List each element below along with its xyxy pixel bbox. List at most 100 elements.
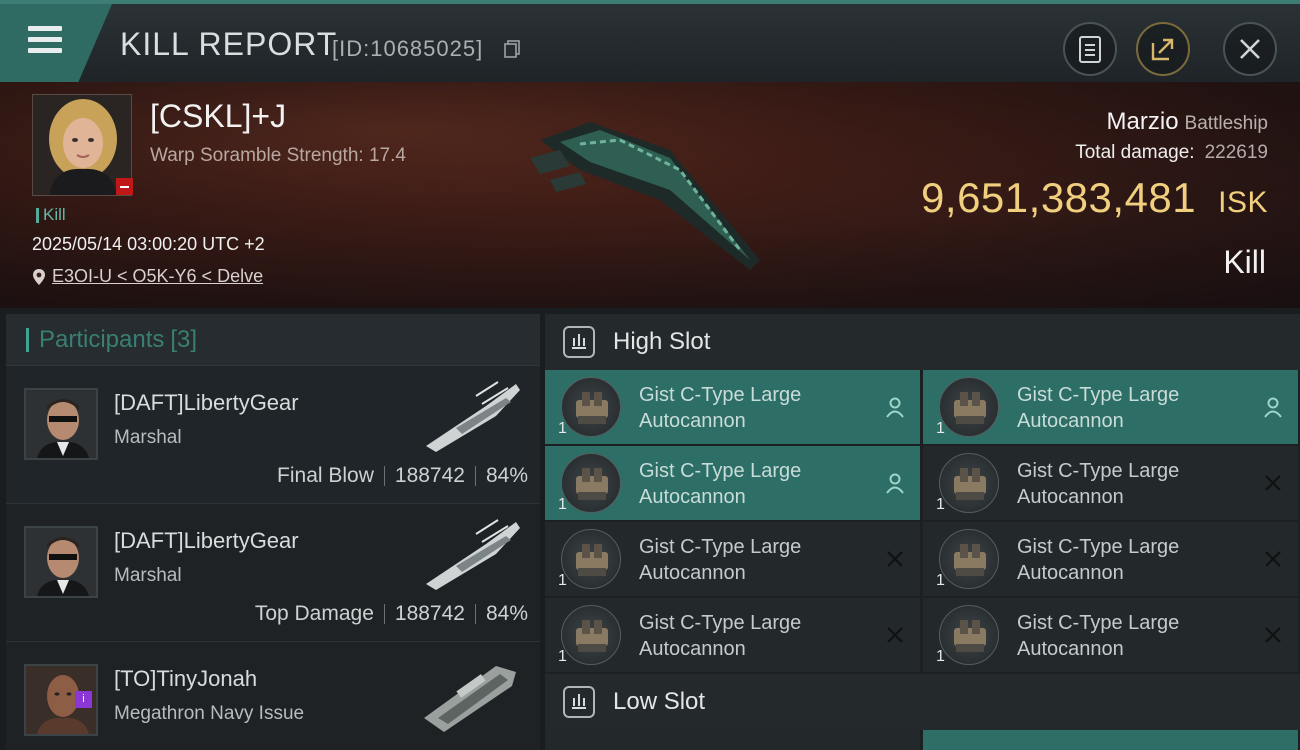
low-slot-title: Low Slot xyxy=(613,688,706,715)
menu-button[interactable] xyxy=(0,4,112,82)
participant-role: Final Blow xyxy=(277,464,374,487)
module-quantity: 1 xyxy=(558,496,567,513)
autocannon-icon xyxy=(561,529,621,589)
result-label: Kill xyxy=(1223,244,1266,280)
high-slot-header: High Slot xyxy=(545,314,1300,370)
victim-ship-image xyxy=(530,122,760,270)
module-item[interactable]: 1 Gist C-Type Large Autocannon xyxy=(545,446,920,520)
module-quantity: 1 xyxy=(558,648,567,665)
isk-value: 9,651,383,481 ISK xyxy=(921,174,1268,221)
location-link[interactable]: E3OI-U < O5K-Y6 < Delve xyxy=(52,266,263,287)
clipboard-button[interactable] xyxy=(1063,22,1117,76)
insurance-badge: i xyxy=(75,691,92,708)
module-name: Gist C-Type Large Autocannon xyxy=(639,460,802,508)
autocannon-icon xyxy=(561,605,621,665)
module-item[interactable]: 1 Gist C-Type Large Autocannon xyxy=(923,446,1298,520)
module-item[interactable]: 1 Gist C-Type Large Autocannon xyxy=(923,598,1298,672)
participant-damage: 188742 xyxy=(394,602,465,625)
participant-ship: Megathron Navy Issue xyxy=(114,703,305,724)
high-slot-title: High Slot xyxy=(613,328,711,355)
victim-name[interactable]: [CSKL]+J xyxy=(150,98,286,135)
participants-tab[interactable]: Participants [3] xyxy=(6,314,540,366)
autocannon-icon xyxy=(939,377,999,437)
participant-percent: 84% xyxy=(485,464,528,487)
participant-damage: 188742 xyxy=(394,464,465,487)
share-button[interactable] xyxy=(1136,22,1190,76)
participant-ship-image xyxy=(426,381,520,452)
location-pin-icon xyxy=(33,268,45,285)
module-item[interactable]: 1 Gist C-Type Large Autocannon xyxy=(545,598,920,672)
participant-stats: Top Damage 188742 84% xyxy=(255,602,528,626)
participant-name[interactable]: [DAFT]LibertyGear xyxy=(114,528,299,554)
standing-badge xyxy=(116,178,133,195)
module-quantity: 1 xyxy=(936,496,945,513)
high-slot-icon xyxy=(563,326,595,358)
participant-stats: Final Blow 188742 84% xyxy=(277,464,528,488)
header-bar: KILL REPORT [ID:10685025] xyxy=(0,0,1300,82)
module-quantity: 1 xyxy=(936,648,945,665)
participant-row[interactable]: [DAFT]LibertyGear Marshal Final Blow 188… xyxy=(6,366,540,504)
autocannon-icon xyxy=(939,453,999,513)
autocannon-icon xyxy=(939,529,999,589)
close-button[interactable] xyxy=(1223,22,1277,76)
kill-datetime: 2025/05/14 03:00:20 UTC +2 xyxy=(32,234,265,254)
participant-row[interactable]: [DAFT]LibertyGear Marshal Top Damage 188… xyxy=(6,504,540,642)
page-title: KILL REPORT xyxy=(120,26,338,62)
low-slot-icon xyxy=(563,686,595,718)
module-quantity: 1 xyxy=(558,420,567,437)
participant-name[interactable]: [DAFT]LibertyGear xyxy=(114,390,299,416)
kill-id: [ID:10685025] xyxy=(332,36,484,61)
module-name: Gist C-Type Large Autocannon xyxy=(1017,536,1180,584)
fittings-panel: High Slot 1 Gist C-Type Large Autocannon … xyxy=(545,314,1300,750)
module-quantity: 1 xyxy=(936,420,945,437)
kill-location[interactable]: E3OI-U < O5K-Y6 < Delve xyxy=(32,266,263,287)
module-name: Gist C-Type Large Autocannon xyxy=(1017,384,1180,432)
total-damage: Total damage: 222619 xyxy=(1075,142,1268,163)
share-icon xyxy=(1151,38,1174,61)
participant-ship: Marshal xyxy=(114,565,182,586)
module-name: Gist C-Type Large Autocannon xyxy=(639,536,802,584)
copy-icon[interactable] xyxy=(504,40,520,58)
module-name: Gist C-Type Large Autocannon xyxy=(639,384,802,432)
destroyed-icon xyxy=(1265,627,1281,643)
menu-icon[interactable] xyxy=(28,26,62,56)
module-name: Gist C-Type Large Autocannon xyxy=(1017,612,1180,660)
participant-ship-image xyxy=(426,519,520,590)
module-item[interactable] xyxy=(545,730,920,750)
clipboard-icon xyxy=(1079,36,1101,63)
participant-avatar[interactable] xyxy=(24,388,98,460)
kill-tag: Kill xyxy=(36,205,66,225)
low-slot-modules xyxy=(545,730,1300,750)
destroyed-icon xyxy=(1265,475,1281,491)
low-slot-header: Low Slot xyxy=(545,674,1300,730)
warp-scramble-strength: Warp Soramble Strength: 17.4 xyxy=(150,145,406,166)
participant-avatar[interactable] xyxy=(24,526,98,598)
person-icon xyxy=(886,397,904,418)
module-item[interactable]: 1 Gist C-Type Large Autocannon xyxy=(545,370,920,444)
participants-panel: Participants [3] [DAFT]LibertyGear Marsha… xyxy=(6,314,540,750)
module-name: Gist C-Type Large Autocannon xyxy=(1017,460,1180,508)
participant-row[interactable]: i [TO]TinyJonah Megathron Navy Issue xyxy=(6,642,540,750)
participant-ship-image xyxy=(424,666,516,732)
destroyed-icon xyxy=(887,551,903,567)
module-quantity: 1 xyxy=(558,572,567,589)
high-slot-modules: 1 Gist C-Type Large Autocannon 1 Gist C-T… xyxy=(545,370,1300,672)
autocannon-icon xyxy=(561,377,621,437)
participant-percent: 84% xyxy=(485,602,528,625)
person-icon xyxy=(886,473,904,494)
autocannon-icon xyxy=(561,453,621,513)
close-icon xyxy=(1240,39,1260,59)
participant-ship: Marshal xyxy=(114,427,182,448)
module-item[interactable] xyxy=(923,730,1298,750)
autocannon-icon xyxy=(939,605,999,665)
module-item[interactable]: 1 Gist C-Type Large Autocannon xyxy=(923,522,1298,596)
destroyed-icon xyxy=(1265,551,1281,567)
module-item[interactable]: 1 Gist C-Type Large Autocannon xyxy=(923,370,1298,444)
module-item[interactable]: 1 Gist C-Type Large Autocannon xyxy=(545,522,920,596)
destroyed-icon xyxy=(887,627,903,643)
victim-ship[interactable]: Marzio Battleship xyxy=(1107,108,1268,136)
module-name: Gist C-Type Large Autocannon xyxy=(639,612,802,660)
participant-name[interactable]: [TO]TinyJonah xyxy=(114,666,257,692)
victim-banner: [CSKL]+J Warp Soramble Strength: 17.4 Ki… xyxy=(0,82,1300,308)
person-icon xyxy=(1264,397,1282,418)
